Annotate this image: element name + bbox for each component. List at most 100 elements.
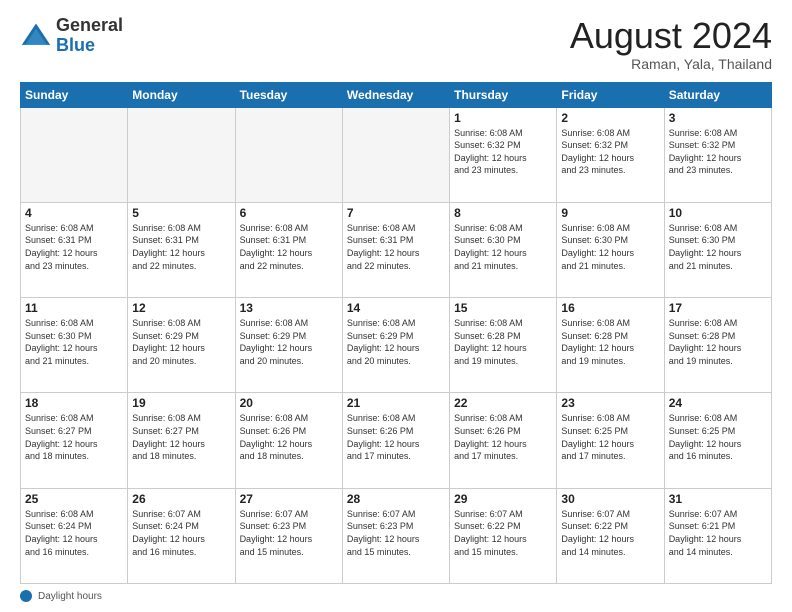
day-number: 1 bbox=[454, 111, 552, 125]
day-info: Sunrise: 6:08 AM Sunset: 6:26 PM Dayligh… bbox=[347, 412, 445, 462]
page-header: General Blue August 2024 Raman, Yala, Th… bbox=[20, 16, 772, 72]
weekday-header-tuesday: Tuesday bbox=[235, 82, 342, 107]
day-info: Sunrise: 6:07 AM Sunset: 6:23 PM Dayligh… bbox=[240, 508, 338, 558]
calendar-week-3: 11 Sunrise: 6:08 AM Sunset: 6:30 PM Dayli… bbox=[21, 298, 772, 393]
calendar-week-5: 25 Sunrise: 6:08 AM Sunset: 6:24 PM Dayli… bbox=[21, 488, 772, 583]
weekday-header-wednesday: Wednesday bbox=[342, 82, 449, 107]
logo-general: General bbox=[56, 16, 123, 36]
weekday-header-row: SundayMondayTuesdayWednesdayThursdayFrid… bbox=[21, 82, 772, 107]
day-number: 10 bbox=[669, 206, 767, 220]
day-number: 28 bbox=[347, 492, 445, 506]
day-number: 15 bbox=[454, 301, 552, 315]
day-info: Sunrise: 6:08 AM Sunset: 6:31 PM Dayligh… bbox=[25, 222, 123, 272]
calendar-day: 25 Sunrise: 6:08 AM Sunset: 6:24 PM Dayli… bbox=[21, 488, 128, 583]
calendar-day bbox=[21, 107, 128, 202]
calendar-week-1: 1 Sunrise: 6:08 AM Sunset: 6:32 PM Daylig… bbox=[21, 107, 772, 202]
day-number: 12 bbox=[132, 301, 230, 315]
day-info: Sunrise: 6:07 AM Sunset: 6:23 PM Dayligh… bbox=[347, 508, 445, 558]
day-number: 19 bbox=[132, 396, 230, 410]
day-info: Sunrise: 6:08 AM Sunset: 6:30 PM Dayligh… bbox=[669, 222, 767, 272]
day-info: Sunrise: 6:08 AM Sunset: 6:31 PM Dayligh… bbox=[132, 222, 230, 272]
calendar-day: 21 Sunrise: 6:08 AM Sunset: 6:26 PM Dayli… bbox=[342, 393, 449, 488]
calendar-day: 6Sunrise: 6:08 AM Sunset: 6:31 PM Daylig… bbox=[235, 202, 342, 297]
calendar-day: 3 Sunrise: 6:08 AM Sunset: 6:32 PM Daylig… bbox=[664, 107, 771, 202]
calendar-day: 27Sunrise: 6:07 AM Sunset: 6:23 PM Dayli… bbox=[235, 488, 342, 583]
day-info: Sunrise: 6:07 AM Sunset: 6:22 PM Dayligh… bbox=[561, 508, 659, 558]
day-number: 7 bbox=[347, 206, 445, 220]
calendar-day bbox=[342, 107, 449, 202]
day-info: Sunrise: 6:08 AM Sunset: 6:26 PM Dayligh… bbox=[240, 412, 338, 462]
calendar-day: 18Sunrise: 6:08 AM Sunset: 6:27 PM Dayli… bbox=[21, 393, 128, 488]
day-info: Sunrise: 6:07 AM Sunset: 6:21 PM Dayligh… bbox=[669, 508, 767, 558]
calendar-day: 13 Sunrise: 6:08 AM Sunset: 6:29 PM Dayli… bbox=[235, 298, 342, 393]
day-info: Sunrise: 6:08 AM Sunset: 6:29 PM Dayligh… bbox=[132, 317, 230, 367]
day-number: 17 bbox=[669, 301, 767, 315]
day-number: 23 bbox=[561, 396, 659, 410]
day-number: 21 bbox=[347, 396, 445, 410]
day-number: 22 bbox=[454, 396, 552, 410]
day-info: Sunrise: 6:07 AM Sunset: 6:22 PM Dayligh… bbox=[454, 508, 552, 558]
calendar-day: 2 Sunrise: 6:08 AM Sunset: 6:32 PM Daylig… bbox=[557, 107, 664, 202]
footer: Daylight hours bbox=[20, 590, 772, 602]
day-number: 18 bbox=[25, 396, 123, 410]
day-number: 30 bbox=[561, 492, 659, 506]
day-number: 16 bbox=[561, 301, 659, 315]
calendar-day: 15 Sunrise: 6:08 AM Sunset: 6:28 PM Dayli… bbox=[450, 298, 557, 393]
footer-label: Daylight hours bbox=[38, 591, 102, 602]
day-info: Sunrise: 6:08 AM Sunset: 6:30 PM Dayligh… bbox=[454, 222, 552, 272]
day-number: 11 bbox=[25, 301, 123, 315]
calendar-day: 23Sunrise: 6:08 AM Sunset: 6:25 PM Dayli… bbox=[557, 393, 664, 488]
day-info: Sunrise: 6:08 AM Sunset: 6:28 PM Dayligh… bbox=[561, 317, 659, 367]
day-info: Sunrise: 6:08 AM Sunset: 6:28 PM Dayligh… bbox=[669, 317, 767, 367]
day-info: Sunrise: 6:08 AM Sunset: 6:27 PM Dayligh… bbox=[132, 412, 230, 462]
day-info: Sunrise: 6:08 AM Sunset: 6:32 PM Dayligh… bbox=[561, 127, 659, 177]
day-number: 8 bbox=[454, 206, 552, 220]
calendar-day: 11 Sunrise: 6:08 AM Sunset: 6:30 PM Dayli… bbox=[21, 298, 128, 393]
calendar-day: 16 Sunrise: 6:08 AM Sunset: 6:28 PM Dayli… bbox=[557, 298, 664, 393]
calendar-day: 10 Sunrise: 6:08 AM Sunset: 6:30 PM Dayli… bbox=[664, 202, 771, 297]
day-info: Sunrise: 6:08 AM Sunset: 6:29 PM Dayligh… bbox=[240, 317, 338, 367]
calendar-day: 26 Sunrise: 6:07 AM Sunset: 6:24 PM Dayli… bbox=[128, 488, 235, 583]
day-info: Sunrise: 6:08 AM Sunset: 6:24 PM Dayligh… bbox=[25, 508, 123, 558]
day-info: Sunrise: 6:08 AM Sunset: 6:30 PM Dayligh… bbox=[561, 222, 659, 272]
day-info: Sunrise: 6:08 AM Sunset: 6:25 PM Dayligh… bbox=[669, 412, 767, 462]
location: Raman, Yala, Thailand bbox=[570, 56, 772, 72]
day-info: Sunrise: 6:08 AM Sunset: 6:32 PM Dayligh… bbox=[669, 127, 767, 177]
logo-text: General Blue bbox=[56, 16, 123, 56]
day-number: 25 bbox=[25, 492, 123, 506]
calendar-day: 14 Sunrise: 6:08 AM Sunset: 6:29 PM Dayli… bbox=[342, 298, 449, 393]
weekday-header-saturday: Saturday bbox=[664, 82, 771, 107]
day-info: Sunrise: 6:08 AM Sunset: 6:28 PM Dayligh… bbox=[454, 317, 552, 367]
day-number: 26 bbox=[132, 492, 230, 506]
weekday-header-monday: Monday bbox=[128, 82, 235, 107]
weekday-header-friday: Friday bbox=[557, 82, 664, 107]
calendar-day: 28 Sunrise: 6:07 AM Sunset: 6:23 PM Dayli… bbox=[342, 488, 449, 583]
day-number: 6 bbox=[240, 206, 338, 220]
calendar-week-4: 18 Sunrise: 6:08 AM Sunset: 6:27 PM Dayli… bbox=[21, 393, 772, 488]
calendar-day: 30 Sunrise: 6:07 AM Sunset: 6:22 PM Dayli… bbox=[557, 488, 664, 583]
calendar-day bbox=[128, 107, 235, 202]
day-info: Sunrise: 6:08 AM Sunset: 6:26 PM Dayligh… bbox=[454, 412, 552, 462]
calendar-day: 9Sunrise: 6:08 AM Sunset: 6:30 PM Daylig… bbox=[557, 202, 664, 297]
daylight-icon bbox=[20, 590, 32, 602]
day-info: Sunrise: 6:08 AM Sunset: 6:30 PM Dayligh… bbox=[25, 317, 123, 367]
calendar-day: 29Sunrise: 6:07 AM Sunset: 6:22 PM Dayli… bbox=[450, 488, 557, 583]
calendar-day: 5Sunrise: 6:08 AM Sunset: 6:31 PM Daylig… bbox=[128, 202, 235, 297]
day-number: 13 bbox=[240, 301, 338, 315]
day-number: 2 bbox=[561, 111, 659, 125]
day-info: Sunrise: 6:07 AM Sunset: 6:24 PM Dayligh… bbox=[132, 508, 230, 558]
calendar-day: 4 Sunrise: 6:08 AM Sunset: 6:31 PM Daylig… bbox=[21, 202, 128, 297]
calendar-table: SundayMondayTuesdayWednesdayThursdayFrid… bbox=[20, 82, 772, 584]
day-number: 4 bbox=[25, 206, 123, 220]
month-title: August 2024 bbox=[570, 16, 772, 56]
calendar-day: 1Sunrise: 6:08 AM Sunset: 6:32 PM Daylig… bbox=[450, 107, 557, 202]
calendar-day: 12 Sunrise: 6:08 AM Sunset: 6:29 PM Dayli… bbox=[128, 298, 235, 393]
day-number: 3 bbox=[669, 111, 767, 125]
calendar-day: 8 Sunrise: 6:08 AM Sunset: 6:30 PM Daylig… bbox=[450, 202, 557, 297]
day-info: Sunrise: 6:08 AM Sunset: 6:31 PM Dayligh… bbox=[347, 222, 445, 272]
logo-icon bbox=[20, 20, 52, 52]
day-number: 14 bbox=[347, 301, 445, 315]
day-info: Sunrise: 6:08 AM Sunset: 6:29 PM Dayligh… bbox=[347, 317, 445, 367]
day-number: 31 bbox=[669, 492, 767, 506]
calendar-day: 22 Sunrise: 6:08 AM Sunset: 6:26 PM Dayli… bbox=[450, 393, 557, 488]
